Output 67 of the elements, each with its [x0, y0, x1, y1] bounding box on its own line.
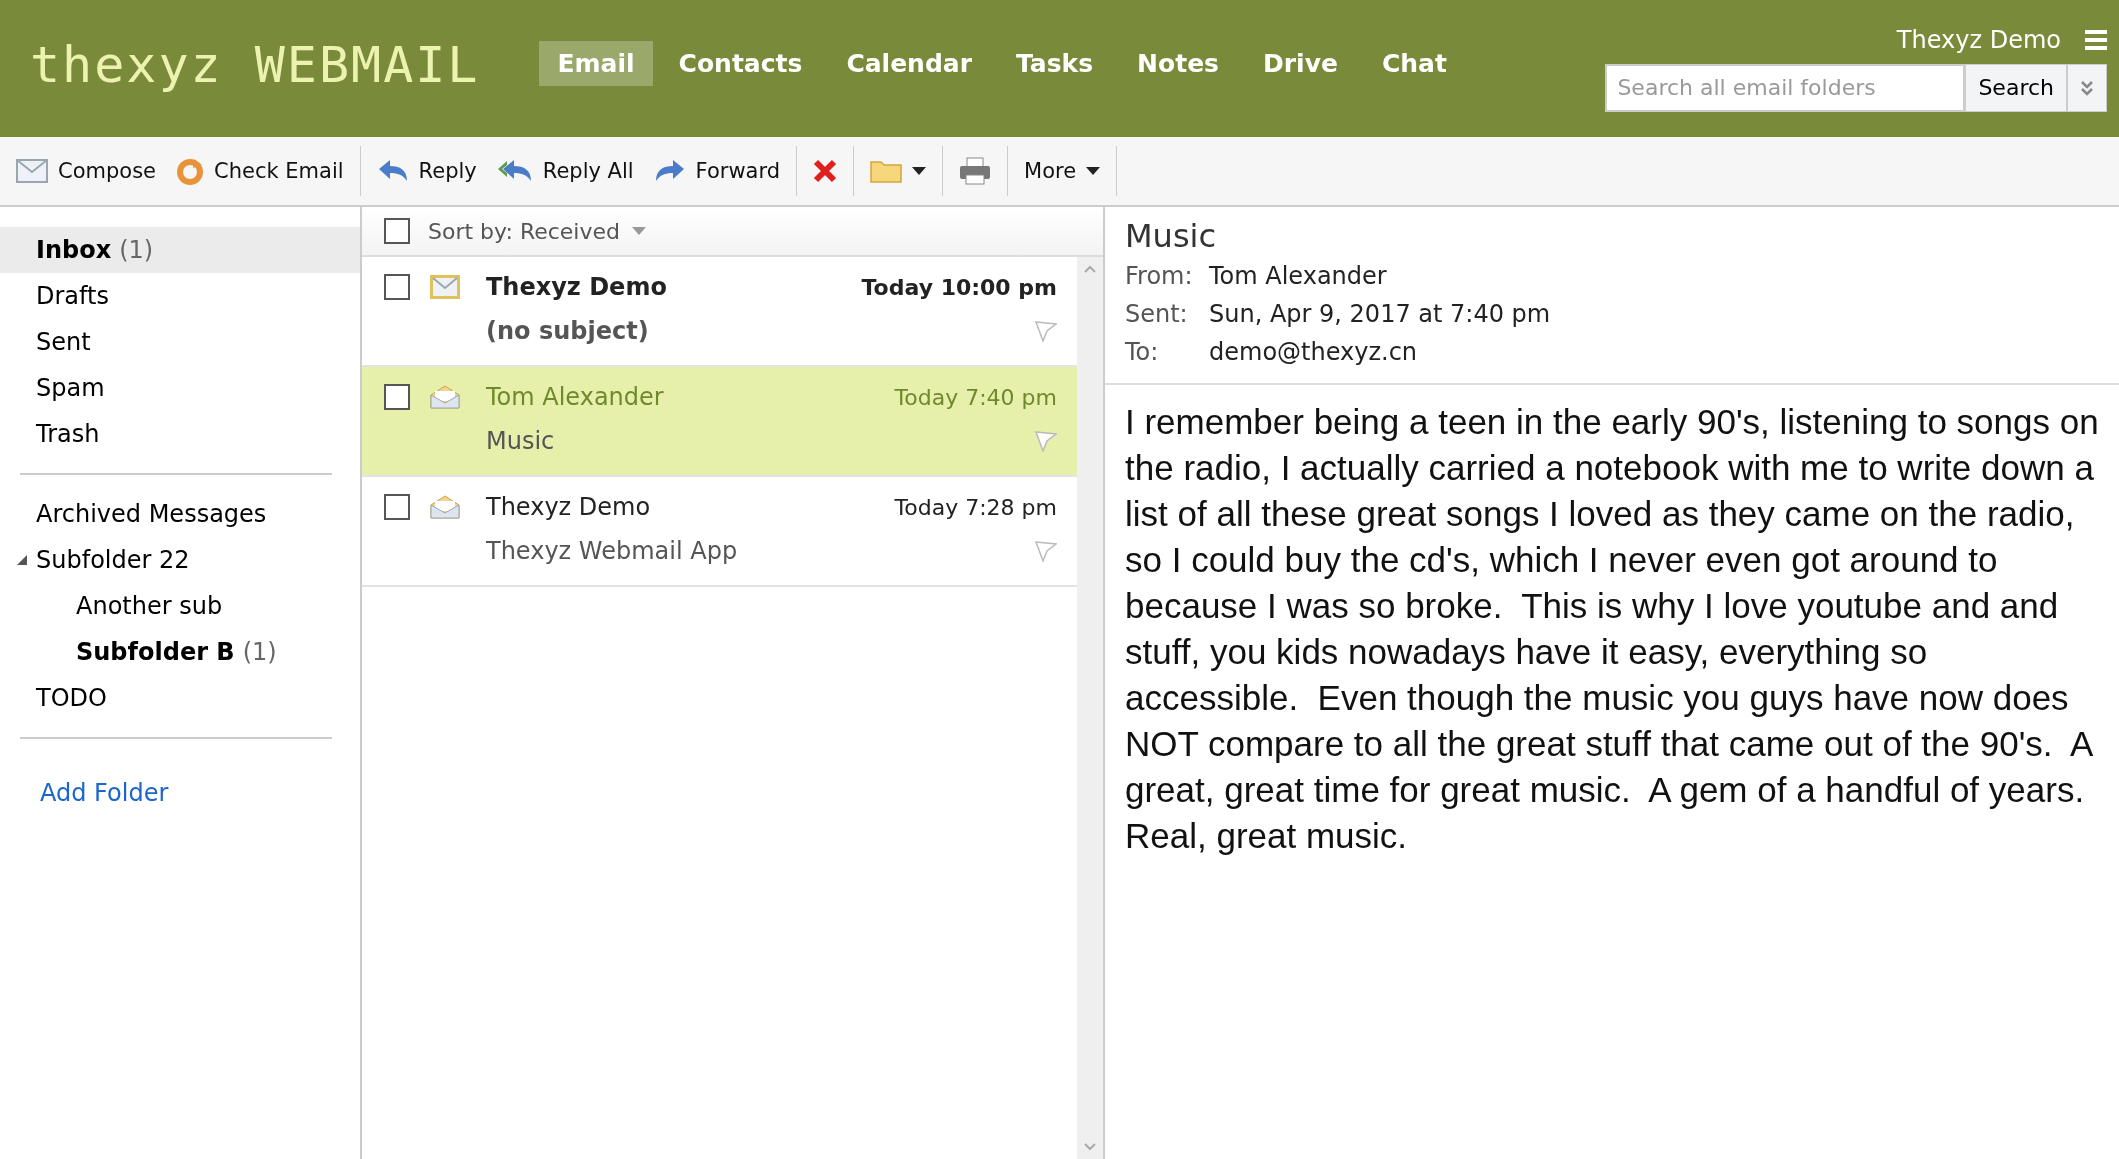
sender-name: Thexyz Demo: [486, 273, 668, 301]
sender-name: Tom Alexander: [486, 383, 665, 411]
folder-item[interactable]: Trash: [0, 411, 360, 457]
nav-tab[interactable]: Chat: [1363, 41, 1465, 86]
reply-button[interactable]: Reply: [368, 153, 485, 189]
folder-item[interactable]: Archived Messages: [0, 491, 360, 537]
field-value: Sun, Apr 9, 2017 at 7:40 pm: [1209, 299, 1552, 330]
sort-dropdown[interactable]: Sort by: Received: [428, 218, 646, 244]
nav-tab[interactable]: Contacts: [660, 41, 821, 86]
closed-envelope-icon: [430, 275, 460, 299]
forward-arrow-icon: [653, 159, 686, 183]
envelope-icon: [16, 159, 48, 183]
sender-name: Thexyz Demo: [486, 493, 652, 521]
nav-tab[interactable]: Calendar: [828, 41, 990, 86]
user-name[interactable]: Thexyz Demo: [1896, 25, 2061, 54]
forward-button[interactable]: Forward: [645, 153, 789, 189]
field-value: demo@thexyz.cn: [1209, 337, 1419, 368]
field-value: Tom Alexander: [1209, 261, 1388, 292]
folder-item[interactable]: TODO: [0, 675, 360, 721]
folder-item[interactable]: Subfolder 22: [0, 537, 360, 583]
open-envelope-icon: [430, 385, 460, 409]
folder-icon: [870, 159, 903, 183]
nav-tab[interactable]: Drive: [1245, 41, 1356, 86]
message-body: I remember being a teen in the early 90's, listening to songs on the radio, I actually carried a notebook with me to write down a list of all these great songs I loved as they came on the radio, so I could buy the cd's, which I never even got around to because I was so broke. This is why I love youtube and and stuff, you kids nowadays have it easy, everything so accessible. Even though the music you guys have now does NOT compare to all the great stuff that came out of the 90's. A great, great time for great music. A gem of a handful of years. Real, great music.: [1124, 401, 2100, 857]
menu-icon[interactable]: [2085, 29, 2107, 50]
caret-icon: [912, 167, 927, 175]
add-folder-link[interactable]: Add Folder: [40, 779, 169, 807]
message-time: Today 7:28 pm: [894, 494, 1057, 520]
folder-item[interactable]: Sent: [0, 319, 360, 365]
open-envelope-icon: [430, 495, 460, 519]
folder-item[interactable]: Drafts: [0, 273, 360, 319]
folder-item[interactable]: Subfolder B (1): [0, 629, 360, 675]
caret-icon: [632, 227, 646, 235]
more-button[interactable]: More: [1016, 153, 1109, 189]
message-subject: Thexyz Webmail App: [486, 537, 739, 565]
message-time: Today 10:00 pm: [861, 274, 1057, 300]
reply-all-arrow-icon: [496, 159, 533, 183]
field-label: From:: [1125, 261, 1194, 292]
message-subject: (no subject): [486, 317, 650, 345]
field-label: Sent:: [1125, 299, 1189, 330]
nav-tab[interactable]: Tasks: [998, 41, 1112, 86]
printer-icon: [959, 157, 992, 185]
select-all-checkbox[interactable]: [384, 218, 410, 244]
search-field[interactable]: Search all email folders: [1605, 63, 1966, 112]
message-checkbox[interactable]: [384, 384, 410, 410]
message-row[interactable]: Thexyz Demo Today 7:28 pm Thexyz Webmail App: [362, 477, 1077, 587]
search-button[interactable]: Search: [1965, 63, 2067, 112]
folder-item[interactable]: Another sub: [0, 583, 360, 629]
message-checkbox[interactable]: [384, 494, 410, 520]
caret-icon: [1086, 167, 1101, 175]
logo: thexyz WEBMAIL: [30, 35, 480, 94]
message-title: Music: [1125, 217, 1218, 255]
nav-tab[interactable]: Notes: [1119, 41, 1237, 86]
message-row[interactable]: Tom Alexander Today 7:40 pm Music: [362, 367, 1077, 477]
expand-button[interactable]: [2067, 63, 2107, 112]
double-chevron-icon: [2081, 79, 2093, 96]
field-label: To:: [1125, 337, 1160, 368]
expand-triangle-icon[interactable]: [17, 555, 27, 565]
replyall-button[interactable]: Reply All: [488, 153, 642, 189]
folder-item[interactable]: Inbox (1): [0, 227, 360, 273]
delete-icon: [813, 159, 838, 183]
message-time: Today 7:40 pm: [894, 384, 1057, 410]
folder-item[interactable]: Spam: [0, 365, 360, 411]
message-subject: Music: [486, 427, 556, 455]
check-button[interactable]: Check Email: [168, 151, 352, 191]
message-checkbox[interactable]: [384, 274, 410, 300]
compose-button[interactable]: Compose: [8, 153, 164, 189]
